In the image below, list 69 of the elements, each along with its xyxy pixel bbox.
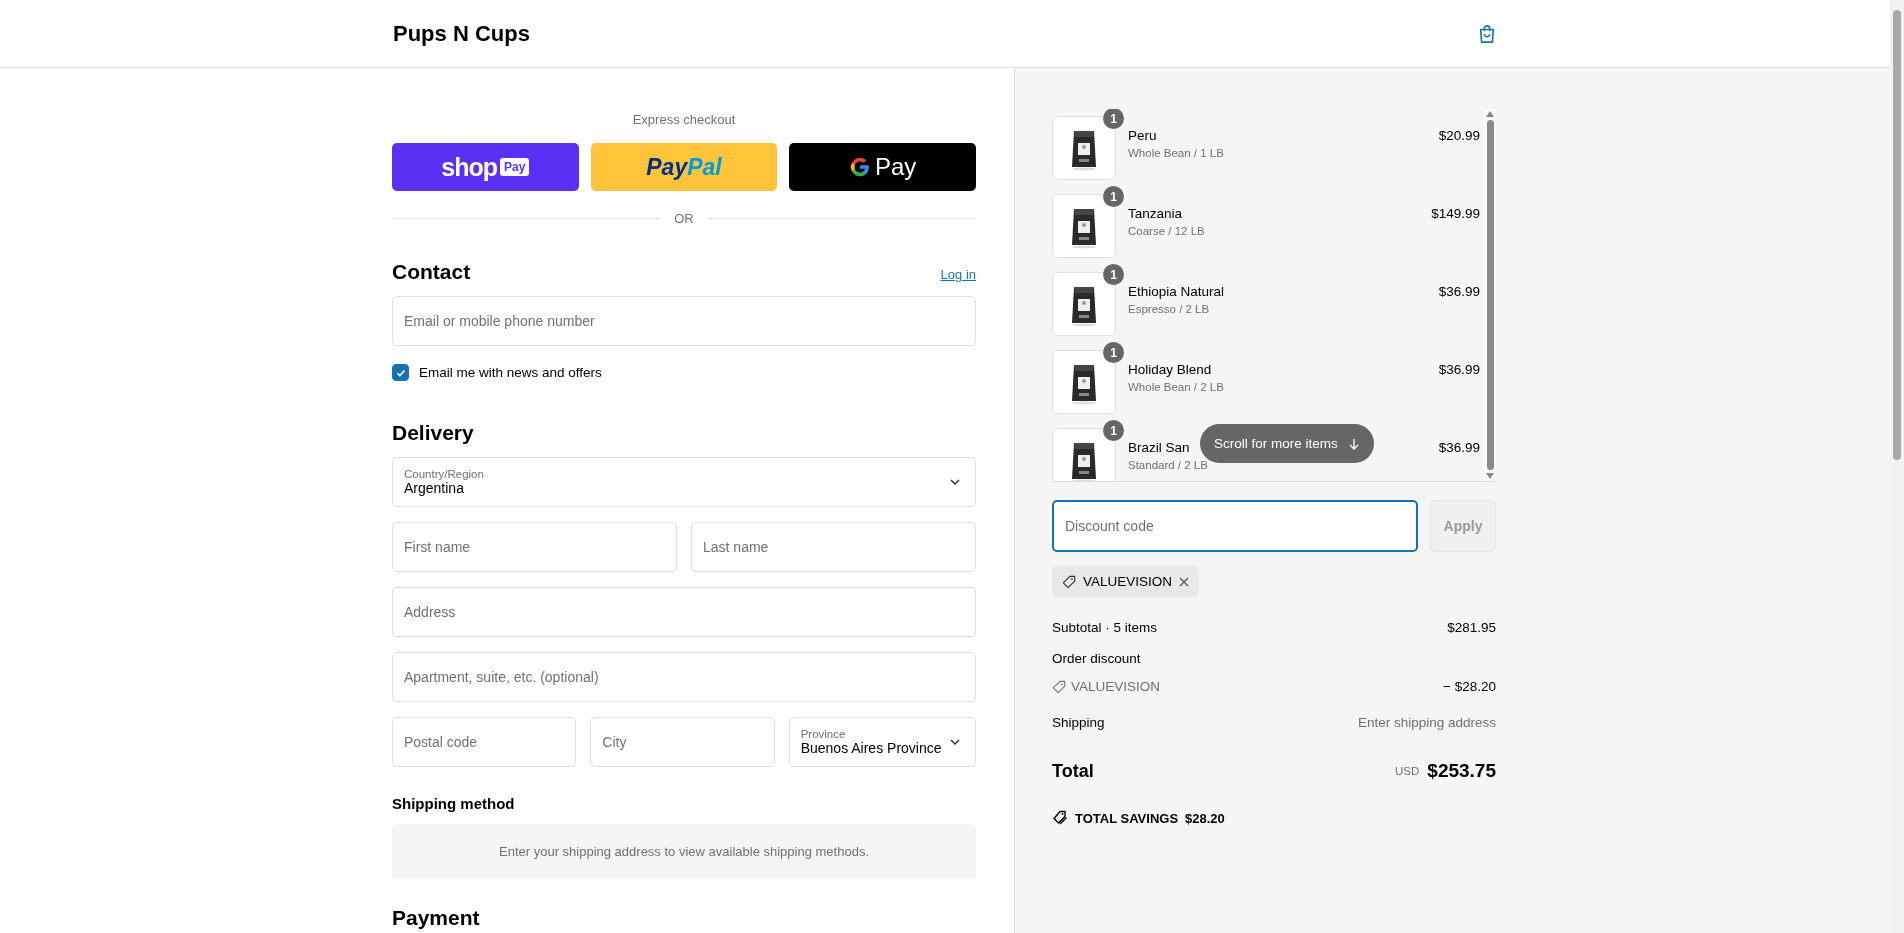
shipping-method-heading: Shipping method bbox=[392, 795, 516, 812]
checkbox[interactable] bbox=[392, 364, 409, 381]
savings-label: TOTAL SAVINGS bbox=[1075, 810, 1179, 826]
close-icon[interactable] bbox=[1179, 576, 1190, 587]
product-name: Holiday Blend bbox=[1128, 362, 1212, 377]
tag-icon bbox=[1062, 574, 1076, 589]
product-price: $149.99 bbox=[1431, 205, 1481, 221]
payment-heading: Payment bbox=[392, 906, 481, 931]
input-field[interactable]: Postal code bbox=[392, 717, 577, 767]
product-price: $36.99 bbox=[1438, 361, 1481, 377]
input-field[interactable]: Last name bbox=[691, 522, 976, 572]
summary-value: − $28.20 bbox=[1443, 679, 1496, 694]
email-field[interactable]: Email or mobile phone number bbox=[392, 296, 976, 346]
quantity-badge: 1 bbox=[1103, 420, 1124, 441]
delivery-heading: Delivery bbox=[392, 421, 475, 445]
chevron-down-icon bbox=[949, 478, 961, 486]
shopping-bag-icon[interactable] bbox=[1478, 23, 1496, 44]
product-price: $36.99 bbox=[1438, 283, 1481, 299]
discount-code-field[interactable]: Discount code bbox=[1052, 500, 1418, 552]
savings-amount: $28.20 bbox=[1185, 810, 1225, 826]
tags-icon bbox=[1052, 810, 1068, 826]
select-field[interactable]: Province Buenos Aires Province bbox=[788, 717, 976, 767]
summary-label: Order discount bbox=[1052, 651, 1141, 666]
google-g-icon bbox=[849, 156, 871, 178]
brand-name[interactable]: Pups N Cups bbox=[393, 20, 530, 47]
input-field[interactable]: First name bbox=[392, 522, 677, 572]
input-field[interactable]: City bbox=[590, 717, 775, 767]
discount-code: VALUEVISION bbox=[1083, 574, 1173, 589]
express-checkout-label: Express checkout bbox=[631, 112, 737, 127]
google-pay-button[interactable]: Pay bbox=[789, 143, 976, 191]
product-variant: Whole Bean / 2 LB bbox=[1128, 381, 1224, 393]
product-name: Ethiopia Natural bbox=[1128, 284, 1225, 299]
discount-code-label: VALUEVISION bbox=[1071, 679, 1161, 694]
shop-pay-button[interactable]: shop Pay bbox=[392, 143, 579, 191]
product-variant: Espresso / 2 LB bbox=[1128, 303, 1210, 315]
newsletter-label: Email me with news and offers bbox=[419, 365, 602, 380]
quantity-badge: 1 bbox=[1103, 186, 1124, 207]
summary-label: Shipping bbox=[1052, 715, 1105, 730]
paypal-button[interactable]: PayPal bbox=[590, 143, 778, 191]
select-field[interactable]: Country/Region Argentina bbox=[392, 457, 976, 507]
tag-icon bbox=[1052, 679, 1066, 694]
arrow-down-icon bbox=[1347, 437, 1360, 450]
quantity-badge: 1 bbox=[1103, 109, 1124, 129]
or-separator: OR bbox=[674, 211, 694, 226]
log-in-link[interactable]: Log in bbox=[940, 267, 976, 282]
product-price: $20.99 bbox=[1438, 127, 1481, 143]
shipping-methods-notice: Enter your shipping address to view available shipping methods. bbox=[392, 824, 976, 879]
product-name: Tanzania bbox=[1128, 206, 1183, 221]
scroll-up-icon[interactable] bbox=[1486, 111, 1494, 117]
chevron-down-icon bbox=[949, 738, 961, 746]
contact-heading: Contact bbox=[392, 260, 471, 284]
currency-code: USD bbox=[1395, 765, 1420, 777]
product-variant: Whole Bean / 1 LB bbox=[1128, 147, 1224, 159]
total-amount: $253.75 bbox=[1427, 760, 1496, 782]
scrollbar[interactable] bbox=[1484, 109, 1496, 481]
product-name: Peru bbox=[1128, 128, 1157, 143]
input-field[interactable]: Address bbox=[392, 587, 976, 637]
summary-value: Enter shipping address bbox=[1357, 715, 1496, 730]
product-variant: Coarse / 12 LB bbox=[1128, 225, 1205, 237]
product-name: Brazil San bbox=[1128, 440, 1190, 455]
scroll-down-icon[interactable] bbox=[1486, 473, 1494, 479]
quantity-badge: 1 bbox=[1103, 264, 1124, 285]
page-scrollbar[interactable] bbox=[1890, 0, 1904, 933]
quantity-badge: 1 bbox=[1103, 342, 1124, 363]
product-price: $36.99 bbox=[1438, 439, 1481, 455]
summary-value: $281.95 bbox=[1447, 620, 1496, 635]
total-label: Total bbox=[1052, 760, 1094, 782]
summary-label: Subtotal · 5 items bbox=[1052, 620, 1158, 635]
input-field[interactable]: Apartment, suite, etc. (optional) bbox=[392, 652, 976, 702]
